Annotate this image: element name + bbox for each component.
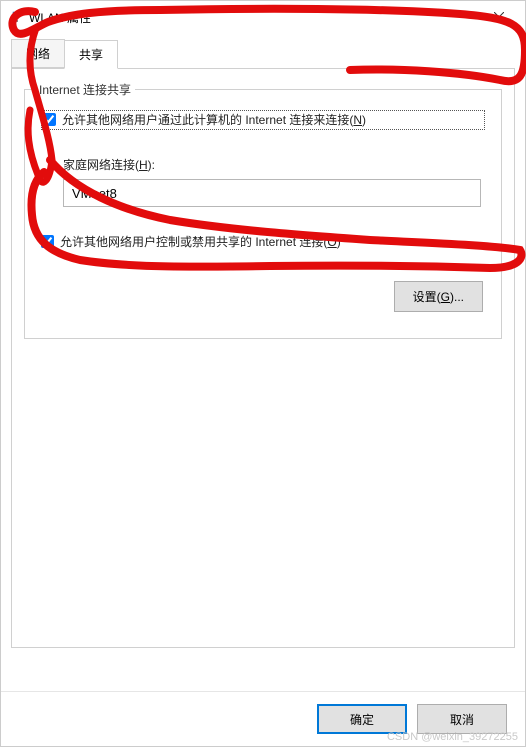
allow-control-label: 允许其他网络用户控制或禁用共享的 Internet 连接(O)	[60, 233, 341, 251]
close-button[interactable]	[479, 3, 519, 31]
properties-dialog: WLAN 属性 网络 共享 Internet 连接共享 允许其他网络用户通过此计…	[0, 0, 526, 747]
close-icon	[494, 12, 504, 22]
home-connection-select[interactable]: VMnet8	[63, 179, 481, 207]
allow-connect-row[interactable]: 允许其他网络用户通过此计算机的 Internet 连接来连接(N)	[41, 110, 485, 130]
network-adapter-icon	[7, 9, 23, 25]
titlebar: WLAN 属性	[1, 1, 525, 33]
sharing-panel: Internet 连接共享 允许其他网络用户通过此计算机的 Internet 连…	[11, 68, 515, 648]
allow-connect-label: 允许其他网络用户通过此计算机的 Internet 连接来连接(N)	[62, 111, 366, 129]
settings-button[interactable]: 设置(G)...	[394, 281, 483, 312]
dialog-button-bar: 确定 取消	[1, 691, 525, 746]
home-connection-label: 家庭网络连接(H):	[63, 156, 485, 173]
tab-strip: 网络 共享	[11, 39, 515, 68]
allow-connect-checkbox[interactable]	[43, 113, 56, 126]
ok-button[interactable]: 确定	[317, 704, 407, 734]
tab-network[interactable]: 网络	[11, 39, 65, 68]
window-title: WLAN 属性	[29, 9, 479, 26]
groupbox-title: Internet 连接共享	[35, 81, 135, 98]
settings-row: 设置(G)...	[41, 281, 485, 312]
allow-control-checkbox[interactable]	[41, 235, 54, 248]
dialog-content: 网络 共享 Internet 连接共享 允许其他网络用户通过此计算机的 Inte…	[1, 33, 525, 691]
home-connection-value: VMnet8	[72, 186, 472, 201]
tab-sharing[interactable]: 共享	[64, 40, 118, 69]
cancel-button[interactable]: 取消	[417, 704, 507, 734]
ics-groupbox: Internet 连接共享 允许其他网络用户通过此计算机的 Internet 连…	[24, 89, 502, 339]
allow-control-row[interactable]: 允许其他网络用户控制或禁用共享的 Internet 连接(O)	[41, 233, 485, 251]
